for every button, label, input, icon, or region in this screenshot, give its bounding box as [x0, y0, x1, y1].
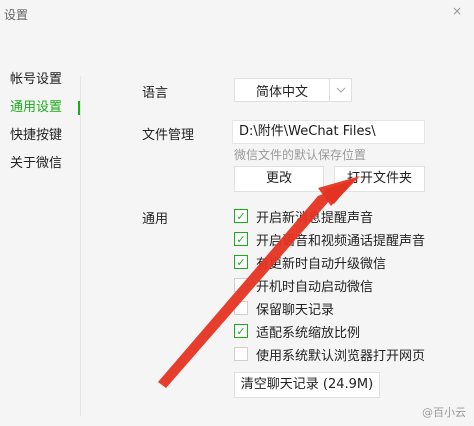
watermark: @百小云: [422, 406, 466, 419]
sidebar-item-account[interactable]: 帐号设置: [0, 66, 80, 94]
checkbox-label: 开机时自动启动微信: [256, 279, 374, 295]
file-path-field[interactable]: D:\附件\WeChat Files\: [232, 120, 425, 144]
checkbox-row[interactable]: ✓ 开启新消息提醒声音: [234, 206, 373, 226]
sidebar-item-shortcuts[interactable]: 快捷按键: [0, 122, 80, 150]
checkbox-row[interactable]: ✓ 开启语音和视频通话提醒声音: [234, 229, 425, 249]
file-management-label: 文件管理: [142, 128, 195, 143]
checkbox-icon[interactable]: ✓: [234, 232, 248, 246]
sidebar-divider: [80, 76, 81, 416]
language-value: 简体中文: [255, 84, 308, 100]
checkbox-label: 适配系统缩放比例: [256, 325, 361, 341]
checkbox-label: 使用系统默认浏览器打开网页: [256, 348, 426, 364]
checkbox-label: 开启语音和视频通话提醒声音: [256, 233, 426, 249]
checkbox-icon[interactable]: [234, 301, 248, 315]
checkbox-icon[interactable]: ✓: [234, 209, 248, 223]
checkbox-icon[interactable]: [234, 347, 248, 361]
checkbox-label: 开启新消息提醒声音: [256, 210, 374, 226]
language-select[interactable]: 简体中文: [234, 78, 352, 102]
language-label: 语言: [142, 86, 169, 101]
checkbox-icon[interactable]: ✓: [234, 324, 248, 338]
sidebar-item-about[interactable]: 关于微信: [0, 150, 80, 178]
sidebar-item-general[interactable]: 通用设置: [0, 94, 80, 122]
checkbox-row[interactable]: 保留聊天记录: [234, 298, 334, 318]
settings-window: 设置 × 帐号设置 通用设置 快捷按键 关于微信 语言 简体中文 文件管理 D:…: [0, 0, 474, 426]
checkbox-icon[interactable]: ✓: [234, 255, 248, 269]
checkbox-row[interactable]: ✓ 适配系统缩放比例: [234, 321, 360, 341]
close-icon[interactable]: ×: [450, 4, 464, 18]
file-path-hint: 微信文件的默认保存位置: [234, 148, 367, 162]
checkbox-row[interactable]: 开机时自动启动微信: [234, 275, 373, 295]
settings-sidebar: 帐号设置 通用设置 快捷按键 关于微信: [0, 66, 80, 178]
checkbox-row[interactable]: 使用系统默认浏览器打开网页: [234, 344, 425, 364]
checkbox-icon[interactable]: [234, 278, 248, 292]
chevron-down-icon[interactable]: [329, 79, 351, 101]
checkbox-label: 有更新时自动升级微信: [256, 256, 387, 272]
window-title: 设置: [4, 8, 29, 22]
checkbox-row[interactable]: ✓ 有更新时自动升级微信: [234, 252, 386, 272]
open-folder-button[interactable]: 打开文件夹: [334, 166, 425, 192]
checkbox-label: 保留聊天记录: [256, 302, 335, 318]
change-button[interactable]: 更改: [234, 166, 324, 192]
general-label: 通用: [142, 212, 169, 227]
clear-chat-history-button[interactable]: 清空聊天记录 (24.9M): [234, 372, 380, 398]
